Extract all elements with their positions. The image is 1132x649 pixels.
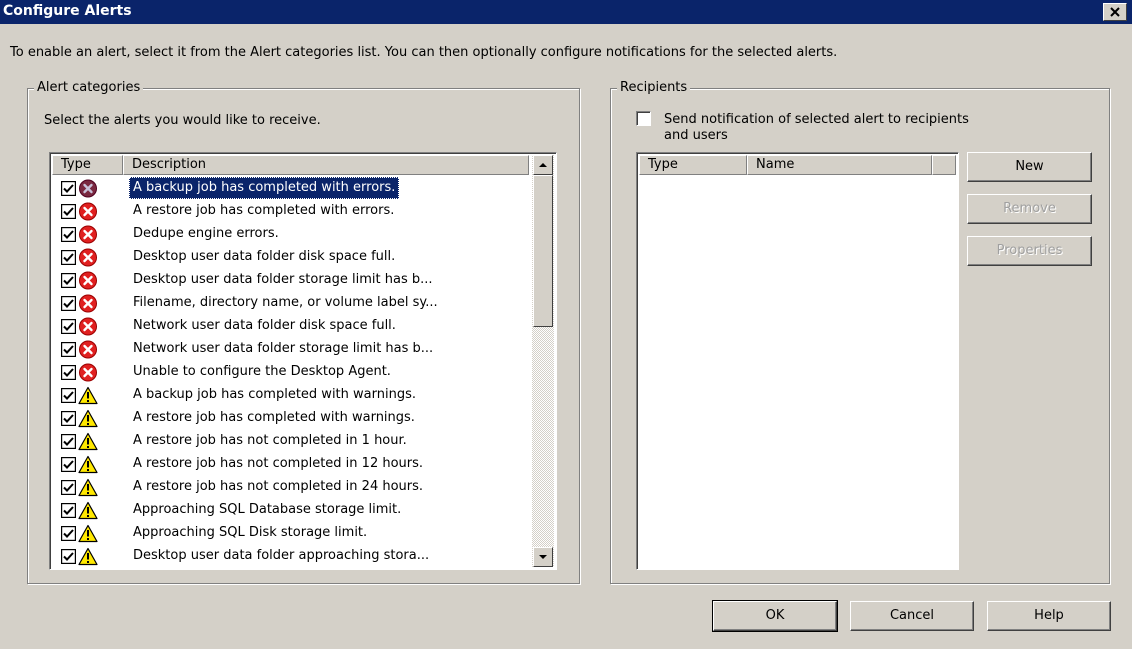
error-x-icon <box>78 225 98 244</box>
alert-categories-label: Alert categories <box>34 80 144 96</box>
alert-enabled-checkbox[interactable] <box>60 226 77 243</box>
scroll-up-button[interactable] <box>533 155 553 175</box>
column-header-type[interactable]: Type <box>52 155 123 175</box>
recipients-label: Recipients <box>617 80 691 96</box>
alert-enabled-checkbox[interactable] <box>60 249 77 266</box>
alert-enabled-checkbox[interactable] <box>60 364 77 381</box>
error-x-icon <box>78 363 98 382</box>
new-button[interactable]: New <box>967 152 1092 182</box>
window-title: Configure Alerts <box>3 3 132 19</box>
alert-enabled-checkbox[interactable] <box>60 272 77 289</box>
scroll-down-button[interactable] <box>533 547 553 567</box>
alert-enabled-checkbox[interactable] <box>60 295 77 312</box>
alert-description: Approaching SQL Disk storage limit. <box>133 525 368 540</box>
arrow-down-icon <box>539 555 547 559</box>
instructions-text: To enable an alert, select it from the A… <box>10 45 838 60</box>
remove-button[interactable]: Remove <box>967 194 1092 224</box>
alert-description: Network user data folder storage limit h… <box>133 341 434 356</box>
alert-description: A restore job has not completed in 12 ho… <box>133 456 424 471</box>
alert-row[interactable]: A restore job has not completed in 1 hou… <box>52 430 552 453</box>
help-button[interactable]: Help <box>987 601 1111 631</box>
alert-categories-prompt: Select the alerts you would like to rece… <box>44 113 321 128</box>
alert-description: Filename, directory name, or volume labe… <box>133 295 438 310</box>
ok-button[interactable]: OK <box>712 600 838 632</box>
alert-categories-group: Alert categories Select the alerts you w… <box>27 80 580 584</box>
recipients-column-type[interactable]: Type <box>639 155 747 175</box>
scroll-thumb[interactable] <box>533 175 553 327</box>
error-x-icon <box>78 294 98 313</box>
recipients-column-extra[interactable] <box>932 155 956 175</box>
warning-triangle-icon <box>78 455 98 474</box>
alert-row[interactable]: Network user data folder storage limit h… <box>52 338 552 361</box>
warning-triangle-icon <box>78 547 98 566</box>
alert-description: Approaching SQL Database storage limit. <box>133 502 402 517</box>
warning-triangle-icon <box>78 386 98 405</box>
alert-description: Desktop user data folder storage limit h… <box>133 272 433 287</box>
alert-enabled-checkbox[interactable] <box>60 341 77 358</box>
alert-enabled-checkbox[interactable] <box>60 180 77 197</box>
error-x-icon <box>78 271 98 290</box>
alert-enabled-checkbox[interactable] <box>60 433 77 450</box>
alert-enabled-checkbox[interactable] <box>60 525 77 542</box>
cancel-button[interactable]: Cancel <box>850 601 974 631</box>
alert-list[interactable]: Type Description A backup job has comple… <box>49 152 557 570</box>
alert-enabled-checkbox[interactable] <box>60 479 77 496</box>
alert-description: A backup job has completed with errors. <box>129 177 400 199</box>
alert-row[interactable]: Filename, directory name, or volume labe… <box>52 292 552 315</box>
send-notification-label: Send notification of selected alert to r… <box>664 112 969 143</box>
close-button[interactable] <box>1103 3 1127 21</box>
alert-row[interactable]: Unable to configure the Desktop Agent. <box>52 361 552 384</box>
alert-description: A restore job has completed with errors. <box>133 203 395 218</box>
alert-description: A backup job has completed with warnings… <box>133 387 416 402</box>
error-x-icon <box>78 340 98 359</box>
alert-row[interactable]: Approaching SQL Database storage limit. <box>52 499 552 522</box>
warning-triangle-icon <box>78 432 98 451</box>
recipients-column-name[interactable]: Name <box>747 155 932 175</box>
title-bar: Configure Alerts <box>0 0 1132 24</box>
recipients-list[interactable]: Type Name <box>636 152 959 570</box>
alert-enabled-checkbox[interactable] <box>60 548 77 565</box>
alert-description: Desktop user data folder approaching sto… <box>133 548 430 563</box>
alert-enabled-checkbox[interactable] <box>60 410 77 427</box>
properties-button[interactable]: Properties <box>967 236 1092 266</box>
alert-row[interactable]: Approaching SQL Disk storage limit. <box>52 522 552 545</box>
alert-enabled-checkbox[interactable] <box>60 318 77 335</box>
alert-description: A restore job has not completed in 24 ho… <box>133 479 424 494</box>
warning-triangle-icon <box>78 478 98 497</box>
alert-row[interactable]: Desktop user data folder storage limit h… <box>52 269 552 292</box>
alert-row[interactable]: A restore job has completed with errors. <box>52 200 552 223</box>
warning-triangle-icon <box>78 501 98 520</box>
alert-description: A restore job has completed with warning… <box>133 410 415 425</box>
alert-row[interactable]: A restore job has not completed in 24 ho… <box>52 476 552 499</box>
error-x-icon <box>78 317 98 336</box>
alert-description: Unable to configure the Desktop Agent. <box>133 364 391 379</box>
alert-row[interactable]: Desktop user data folder disk space full… <box>52 246 552 269</box>
alert-row[interactable]: Dedupe engine errors. <box>52 223 552 246</box>
alert-row[interactable]: A restore job has not completed in 12 ho… <box>52 453 552 476</box>
alert-description: Desktop user data folder disk space full… <box>133 249 396 264</box>
alert-enabled-checkbox[interactable] <box>60 502 77 519</box>
warning-triangle-icon <box>78 409 98 428</box>
alert-description: Dedupe engine errors. <box>133 226 279 241</box>
alert-enabled-checkbox[interactable] <box>60 387 77 404</box>
alert-enabled-checkbox[interactable] <box>60 456 77 473</box>
alert-row[interactable]: Desktop user data folder approaching sto… <box>52 545 552 568</box>
error-x-icon <box>78 202 98 221</box>
alert-row[interactable]: Network user data folder disk space full… <box>52 315 552 338</box>
alert-description: A restore job has not completed in 1 hou… <box>133 433 407 448</box>
alert-enabled-checkbox[interactable] <box>60 203 77 220</box>
close-icon <box>1110 7 1120 17</box>
column-header-description[interactable]: Description <box>123 155 529 175</box>
alert-list-scrollbar[interactable] <box>532 155 554 567</box>
alert-description: Network user data folder disk space full… <box>133 318 396 333</box>
alert-row[interactable]: A restore job has completed with warning… <box>52 407 552 430</box>
warning-triangle-icon <box>78 524 98 543</box>
error-x-icon <box>78 248 98 267</box>
arrow-up-icon <box>539 163 547 167</box>
error-x-icon <box>78 179 98 198</box>
alert-row[interactable]: A backup job has completed with warnings… <box>52 384 552 407</box>
send-notification-checkbox[interactable] <box>636 111 651 126</box>
recipients-group: Recipients Send notification of selected… <box>610 80 1110 584</box>
alert-row[interactable]: A backup job has completed with errors. <box>52 177 552 200</box>
